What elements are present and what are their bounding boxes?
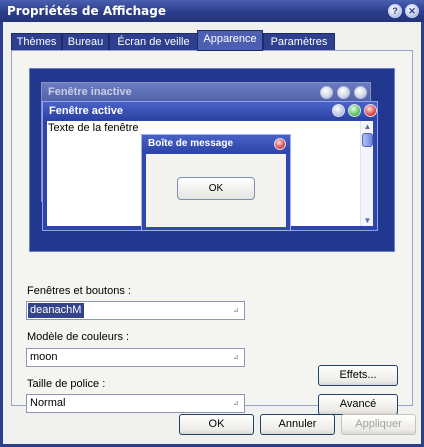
dropdown-icon: ⊿ [233, 354, 239, 361]
apply-button[interactable]: Appliquer [341, 414, 416, 435]
close-icon: ✕ [408, 5, 416, 16]
close-icon [274, 138, 286, 150]
help-button[interactable]: ? [388, 4, 402, 18]
message-box-title: Boîte de message [148, 138, 234, 149]
font-size-value: Normal [30, 397, 66, 409]
active-title-bar: Fenêtre active [43, 102, 377, 120]
tab-appearance[interactable]: Apparence [197, 30, 263, 51]
appearance-panel: Fenêtre inactive Fenêtre active Texte de… [11, 50, 413, 415]
advanced-button[interactable]: Avancé [318, 394, 398, 415]
close-icon [354, 86, 367, 99]
title-bar[interactable]: Propriétés de Affichage ? ✕ [0, 0, 424, 22]
message-box-title-bar: Boîte de message [142, 135, 290, 153]
cancel-button[interactable]: Annuler [260, 414, 335, 435]
close-button[interactable]: ✕ [405, 4, 419, 18]
dropdown-icon: ⊿ [233, 400, 239, 407]
window-title: Propriétés de Affichage [7, 4, 166, 18]
windows-buttons-label: Fenêtres et boutons : [27, 285, 131, 297]
minimize-icon [332, 104, 345, 117]
tab-desktop[interactable]: Bureau [62, 33, 109, 50]
scroll-up-icon: ▲ [363, 122, 372, 131]
message-box-preview: Boîte de message OK [141, 134, 291, 231]
close-icon [364, 104, 377, 117]
ok-button[interactable]: OK [179, 414, 254, 435]
inactive-window-title: Fenêtre inactive [48, 86, 132, 98]
display-properties-window: Propriétés de Affichage ? ✕ Thèmes Burea… [0, 0, 424, 447]
tab-settings[interactable]: Paramètres [263, 33, 335, 50]
help-icon: ? [392, 5, 398, 16]
maximize-icon [337, 86, 350, 99]
scroll-down-icon: ▼ [363, 216, 372, 225]
appearance-preview: Fenêtre inactive Fenêtre active Texte de… [29, 68, 395, 252]
minimize-icon [320, 86, 333, 99]
color-scheme-label: Modèle de couleurs : [27, 331, 130, 343]
tab-themes[interactable]: Thèmes [11, 33, 62, 50]
scroll-thumb [362, 133, 373, 147]
color-scheme-select[interactable]: moon ⊿ [26, 348, 245, 367]
inactive-title-bar: Fenêtre inactive [42, 83, 370, 103]
preview-ok-button: OK [177, 177, 255, 200]
active-window-title: Fenêtre active [49, 105, 123, 117]
dialog-client-area: Thèmes Bureau Écran de veille Apparence … [3, 22, 421, 444]
message-box-body: OK [146, 154, 286, 227]
font-size-select[interactable]: Normal ⊿ [26, 394, 245, 413]
window-text-sample: Texte de la fenêtre [48, 122, 139, 134]
effects-button[interactable]: Effets... [318, 365, 398, 386]
tab-screensaver[interactable]: Écran de veille [109, 33, 198, 50]
dropdown-icon: ⊿ [233, 307, 239, 314]
color-scheme-value: moon [30, 351, 58, 363]
windows-buttons-select[interactable]: deanachM ⊿ [26, 301, 245, 320]
maximize-icon [348, 104, 361, 117]
preview-scrollbar: ▲ ▼ [360, 121, 373, 226]
windows-buttons-value: deanachM [28, 303, 85, 318]
font-size-label: Taille de police : [27, 378, 106, 390]
